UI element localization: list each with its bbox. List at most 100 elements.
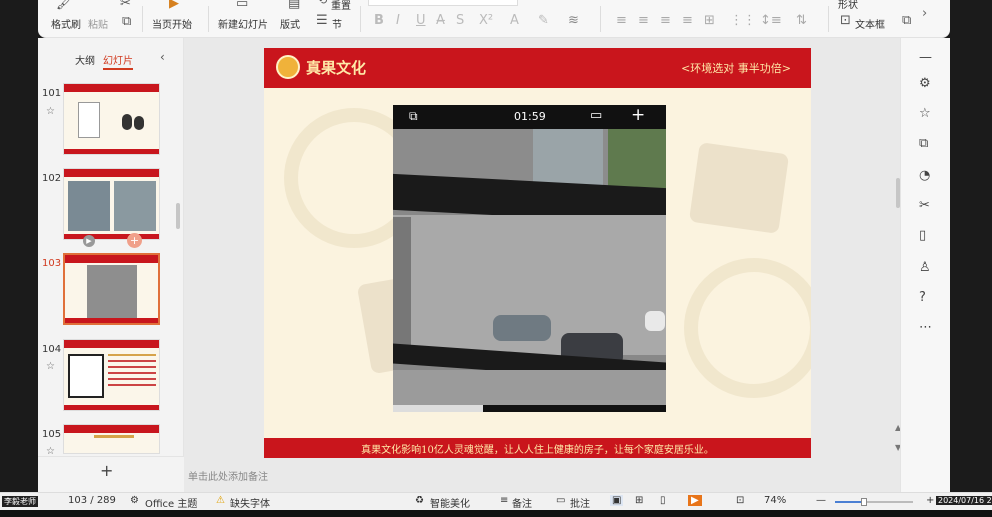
zoom-slider[interactable] (835, 498, 913, 506)
tools-icon[interactable]: ✂ (919, 198, 930, 213)
layout-icon: ▤ (288, 0, 301, 11)
add-slide-icon[interactable]: + (127, 233, 142, 248)
underline-button[interactable]: U (416, 13, 426, 28)
zoom-in-button[interactable]: + (926, 495, 934, 506)
shirt-icon[interactable]: ♙ (919, 260, 931, 275)
slide-thumbnail[interactable] (63, 424, 160, 454)
slide-thumbnail[interactable] (63, 83, 160, 155)
normal-view-button[interactable]: ▣ (610, 495, 624, 506)
shape-button[interactable]: 形状 (838, 0, 858, 11)
superscript-button[interactable]: X² (479, 13, 493, 28)
star-icon[interactable]: ☆ (919, 106, 931, 121)
slide-canvas: 真果文化 <环境选对 事半功倍> ⧉ 01:59 ▭ + 真果文化影响10亿人灵… (184, 38, 901, 492)
justify-button[interactable]: ≡ (682, 13, 693, 28)
textbox-icon: ⊡ (840, 13, 851, 28)
reset-icon: ⟲ (318, 0, 328, 7)
align-center-button[interactable]: ≡ (638, 13, 649, 28)
slide[interactable]: 真果文化 <环境选对 事半功倍> ⧉ 01:59 ▭ + 真果文化影响10亿人灵… (264, 48, 811, 458)
add-slide-button[interactable]: + (100, 461, 113, 480)
star-icon[interactable]: ☆ (46, 106, 55, 117)
format-painter-icon: 🖌 (56, 0, 73, 11)
align-right-button[interactable]: ≡ (660, 13, 671, 28)
ribbon-separator (208, 6, 209, 32)
start-from-current-button[interactable]: 当页开始 (152, 16, 192, 31)
paste-button[interactable]: 粘贴 (88, 16, 108, 31)
smart-beautify-icon: ♻ (415, 495, 424, 506)
format-painter-button[interactable]: 格式刷 (51, 16, 81, 31)
missing-fonts[interactable]: 缺失字体 (230, 495, 270, 510)
columns-button[interactable]: ⋮⋮ (730, 13, 756, 28)
bold-button[interactable]: B (374, 13, 384, 28)
more-icon[interactable]: ⋯ (919, 320, 932, 335)
slide-number: 103 (42, 258, 62, 269)
font-color-button[interactable]: A (510, 13, 519, 28)
theme-name[interactable]: Office 主题 (145, 495, 197, 510)
copy-icon[interactable]: ⧉ (122, 14, 131, 29)
slide-number: 105 (42, 429, 62, 440)
ribbon-separator (142, 6, 143, 32)
slide-thumbnail-panel: 大纲 幻灯片 ‹ 101 ☆ 102 ▶ + 103 104 ☆ 105 ☆ + (38, 38, 184, 492)
notes-placeholder[interactable]: 单击此处添加备注 (188, 468, 268, 483)
zoom-out-button[interactable]: — (816, 495, 826, 506)
highlight-button[interactable]: ✎ (538, 13, 549, 28)
new-slide-button[interactable]: 新建幻灯片 (218, 16, 268, 31)
tab-slides[interactable]: 幻灯片 (103, 52, 133, 70)
italic-button[interactable]: I (396, 13, 400, 28)
zoom-level[interactable]: 74% (764, 495, 786, 506)
textbox-button[interactable]: 文本框 (855, 16, 885, 31)
status-bar: 李毅老师 103 / 289 ⚙ Office 主题 ⚠ 缺失字体 ♻ 智能美化… (0, 492, 992, 510)
video-timer: 01:59 (514, 110, 546, 123)
notes-icon: ≡ (500, 495, 509, 506)
add-icon[interactable]: + (631, 105, 645, 125)
copy-icon[interactable]: ⧉ (919, 136, 928, 151)
decorative-pattern (684, 258, 811, 398)
book-icon[interactable]: ▯ (919, 228, 926, 243)
shadow-text-button[interactable]: S (456, 13, 464, 28)
taskbar-strip (0, 510, 992, 517)
arrange-icon[interactable]: ⧉ (902, 13, 911, 28)
slide-thumbnail[interactable] (63, 168, 160, 240)
ribbon-expand-chevron-icon[interactable]: › (922, 6, 927, 21)
minimize-icon[interactable]: — (919, 50, 932, 65)
slide-number: 104 (42, 344, 62, 355)
comments-button[interactable]: 批注 (570, 495, 590, 510)
rotate-screen-icon[interactable]: ⧉ (409, 109, 418, 124)
slide-thumbnail-selected[interactable] (63, 253, 160, 325)
presentation-app-window: 🖌 格式刷 ✂ 粘贴 ⧉ ▶ 当页开始 ▭ 新建幻灯片 ▤ 版式 ⟲ 重置 ☰ … (0, 0, 992, 517)
text-direction-button[interactable]: ⇅ (796, 13, 807, 28)
properties-icon[interactable]: ⚙ (919, 76, 931, 91)
play-animation-icon[interactable]: ▶ (83, 235, 95, 247)
ribbon-separator (360, 6, 361, 32)
line-spacing-button[interactable]: ↕≡ (760, 13, 782, 28)
help-icon[interactable]: ? (919, 290, 926, 305)
slide-footer-text: 真果文化影响10亿人灵魂觉醒，让人人住上健康的房子，让每个家庭安居乐业。 (361, 445, 714, 456)
slide-thumbnail[interactable] (63, 339, 160, 411)
fit-to-window-button[interactable]: ⊡ (736, 495, 744, 506)
reset-button[interactable]: 重置 (331, 0, 351, 12)
smart-beautify-button[interactable]: 智能美化 (430, 495, 470, 510)
collapse-panel-chevron-icon[interactable]: ‹ (160, 50, 165, 64)
distribute-button[interactable]: ⊞ (704, 13, 715, 28)
section-button[interactable]: 节 (332, 16, 342, 31)
embedded-video[interactable]: ⧉ 01:59 ▭ + (393, 105, 666, 412)
notes-button[interactable]: 备注 (512, 495, 532, 510)
animation-icon[interactable]: ◔ (919, 168, 930, 183)
tab-outline[interactable]: 大纲 (75, 52, 95, 67)
slide-sorter-view-button[interactable]: ⊞ (635, 495, 643, 506)
star-icon[interactable]: ☆ (46, 361, 55, 372)
layout-button[interactable]: 版式 (280, 16, 300, 31)
char-spacing-button[interactable]: ≋ (568, 13, 579, 28)
play-slideshow-button[interactable]: ▶ (688, 495, 702, 506)
ribbon-separator (600, 6, 601, 32)
slide-number: 102 (42, 173, 62, 184)
slide-number: 101 (42, 88, 62, 99)
font-name-select[interactable] (368, 0, 518, 6)
reading-view-button[interactable]: ▯ (660, 495, 666, 506)
cast-icon[interactable]: ▭ (590, 108, 602, 123)
slide-footer-bar: 真果文化影响10亿人灵魂觉醒，让人人住上健康的房子，让每个家庭安居乐业。 (264, 438, 811, 458)
align-left-button[interactable]: ≡ (616, 13, 627, 28)
panel-scrollbar[interactable] (176, 203, 180, 229)
comments-icon: ▭ (556, 495, 566, 506)
strikethrough-button[interactable]: A̶ (436, 13, 445, 28)
new-slide-icon: ▭ (236, 0, 249, 11)
